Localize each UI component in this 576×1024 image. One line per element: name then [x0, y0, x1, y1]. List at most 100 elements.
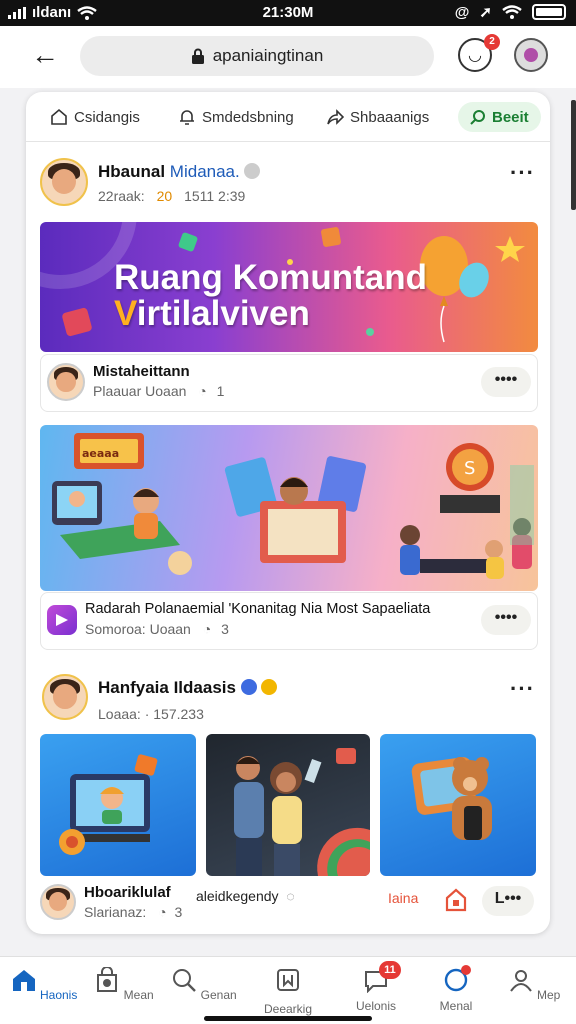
- nav-item-search[interactable]: Genan: [168, 965, 240, 1002]
- post-meta: 22raak: 20 1511 2:39: [98, 188, 246, 204]
- related-post-meta: Somoroa: Uoaan ◔ 3: [85, 621, 229, 637]
- feed-card: Csidangis Smdedsbning Shbaaanigs Beeit H…: [26, 92, 550, 934]
- post-image-3[interactable]: [380, 734, 536, 876]
- profile-button[interactable]: [514, 38, 548, 72]
- footer-name[interactable]: Hboariklulaf: [84, 884, 171, 901]
- post-footer: Hboariklulaf Slarianaz: ◔ 3 aleidkegendy…: [40, 880, 536, 924]
- footer-tag[interactable]: Iaina: [388, 890, 418, 906]
- avatar[interactable]: [40, 884, 76, 920]
- nav-label: Genan: [200, 988, 237, 1002]
- chat-bubble-icon: ◌: [286, 888, 295, 904]
- lock-icon: [191, 48, 204, 64]
- related-post-card[interactable]: Radarah Polanaemial 'Konanitag Nia Most …: [40, 592, 538, 650]
- footer-link[interactable]: aleidkegendy ◌: [196, 888, 295, 904]
- tab-label: Beeit: [492, 108, 529, 126]
- post-header: Hbaunal Midanaa. 22raak: 20 1511 2:39 ··…: [40, 158, 536, 208]
- back-button[interactable]: ←: [28, 40, 62, 74]
- url-text: apaniaingtinan: [212, 46, 324, 65]
- nav-label: Mep: [537, 988, 561, 1002]
- post-image-1[interactable]: [40, 734, 196, 876]
- wifi-icon: [502, 5, 522, 19]
- more-options-button[interactable]: ••••: [481, 367, 531, 397]
- tab-beeit[interactable]: Beeit: [458, 102, 541, 132]
- svg-text:S: S: [464, 458, 475, 479]
- at-icon: @: [454, 3, 470, 21]
- comment-icon: ◔: [158, 904, 167, 920]
- banner-title-line1: Ruang Komuntand: [114, 258, 428, 297]
- footer-meta: Slarianaz: ◔ 3: [84, 904, 183, 920]
- profile-icon: [524, 48, 538, 62]
- tab-shbaaanigs[interactable]: Shbaaanigs: [326, 102, 429, 132]
- post-meta: Loaaa: · 157.233: [98, 706, 204, 722]
- tab-label: Csidangis: [74, 108, 140, 126]
- nav-item-profile[interactable]: Mep: [498, 965, 570, 1002]
- tab-label: Shbaaanigs: [350, 108, 430, 126]
- nav-label: Haonis: [39, 988, 78, 1002]
- nav-item-notifications[interactable]: Menal: [420, 965, 492, 1013]
- tab-smdedsbning[interactable]: Smdedsbning: [178, 102, 294, 132]
- more-options-icon[interactable]: ···: [510, 676, 535, 702]
- related-post-meta: Plaauar Uoaan ◔ 1: [93, 383, 225, 399]
- profile-icon: [509, 970, 532, 992]
- notifications-button[interactable]: ◡ 2: [458, 34, 500, 72]
- more-options-button[interactable]: ••••: [481, 605, 531, 635]
- more-options-icon[interactable]: ···: [510, 160, 535, 186]
- feed-tabs: Csidangis Smdedsbning Shbaaanigs Beeit: [26, 92, 550, 142]
- status-bar: ıldanı 21:30M @ ➚: [0, 0, 576, 26]
- friends-illustration: [234, 748, 370, 876]
- post-author[interactable]: Hanfyaia Ildaasis: [98, 678, 278, 698]
- post-header: Hanfyaia Ildaasis Loaaa: · 157.233 ···: [40, 674, 536, 724]
- share-icon: [327, 109, 344, 125]
- address-bar[interactable]: apaniaingtinan: [80, 36, 434, 76]
- scrollbar[interactable]: [571, 100, 576, 210]
- comment-icon: ◔: [202, 621, 212, 637]
- smile-icon: ◡: [468, 47, 482, 64]
- comment-icon: ◔: [198, 383, 207, 399]
- monitor-illustration: [59, 754, 158, 855]
- teddy-bear-illustration: [411, 757, 492, 840]
- search-icon: [470, 110, 485, 125]
- meta-number: 20: [156, 188, 173, 204]
- search-icon: [173, 969, 197, 992]
- store-icon: [97, 966, 118, 992]
- message-badge: 11: [379, 961, 401, 979]
- notification-dot: [461, 965, 471, 975]
- nav-label: Mean: [123, 988, 154, 1002]
- notification-badge: 2: [484, 34, 500, 50]
- nav-label: Deearkig: [263, 1002, 313, 1016]
- verified-icon: [240, 679, 257, 695]
- post-author[interactable]: Hbaunal Midanaa.: [98, 162, 261, 182]
- nav-label: Menal: [439, 999, 473, 1013]
- tab-csidangis[interactable]: Csidangis: [50, 102, 140, 132]
- post-image-2[interactable]: [206, 734, 370, 876]
- battery-icon: [532, 4, 566, 20]
- chat-icon: 11: [363, 961, 401, 994]
- community-illustration[interactable]: S aeaaa: [40, 425, 538, 591]
- related-post-card[interactable]: Mistaheittann Plaauar Uoaan ◔ 1 ••••: [40, 354, 538, 412]
- nav-item-home[interactable]: Haonis: [8, 965, 80, 1002]
- home-indicator: [204, 1016, 372, 1021]
- avatar[interactable]: [42, 674, 88, 720]
- bell-icon: [180, 110, 194, 125]
- illustration-sign-text: aeaaa: [82, 447, 120, 460]
- bottom-navigation: Haonis Mean Genan Deearkig 11 Uelonis Me…: [0, 956, 576, 1024]
- more-options-button[interactable]: L•••: [482, 886, 534, 916]
- related-post-title: Radarah Polanaemial 'Konanitag Nia Most …: [85, 601, 431, 617]
- notification-icon: [443, 965, 471, 993]
- home-icon: [12, 970, 35, 991]
- home-icon: [51, 108, 67, 125]
- bookmark-icon: [277, 969, 299, 991]
- community-banner[interactable]: Ruang Komuntand Virtilalviven: [40, 222, 538, 352]
- related-post-title: Mistaheittann: [93, 363, 190, 380]
- banner-title-line2: Virtilalviven: [114, 294, 310, 333]
- location-icon: ➚: [479, 4, 492, 21]
- browser-toolbar: ← apaniaingtinan ◡ 2: [0, 26, 576, 88]
- author-highlight: Midanaa.: [169, 162, 240, 181]
- save-icon[interactable]: [442, 886, 470, 914]
- nav-item-mean[interactable]: Mean: [88, 965, 160, 1002]
- gold-badge-icon: [261, 679, 278, 695]
- nav-item-messages[interactable]: 11 Uelonis: [340, 961, 412, 1013]
- avatar[interactable]: [40, 158, 88, 206]
- nav-label: Uelonis: [355, 999, 397, 1013]
- nav-item-bookmark[interactable]: Deearkig: [252, 965, 324, 1016]
